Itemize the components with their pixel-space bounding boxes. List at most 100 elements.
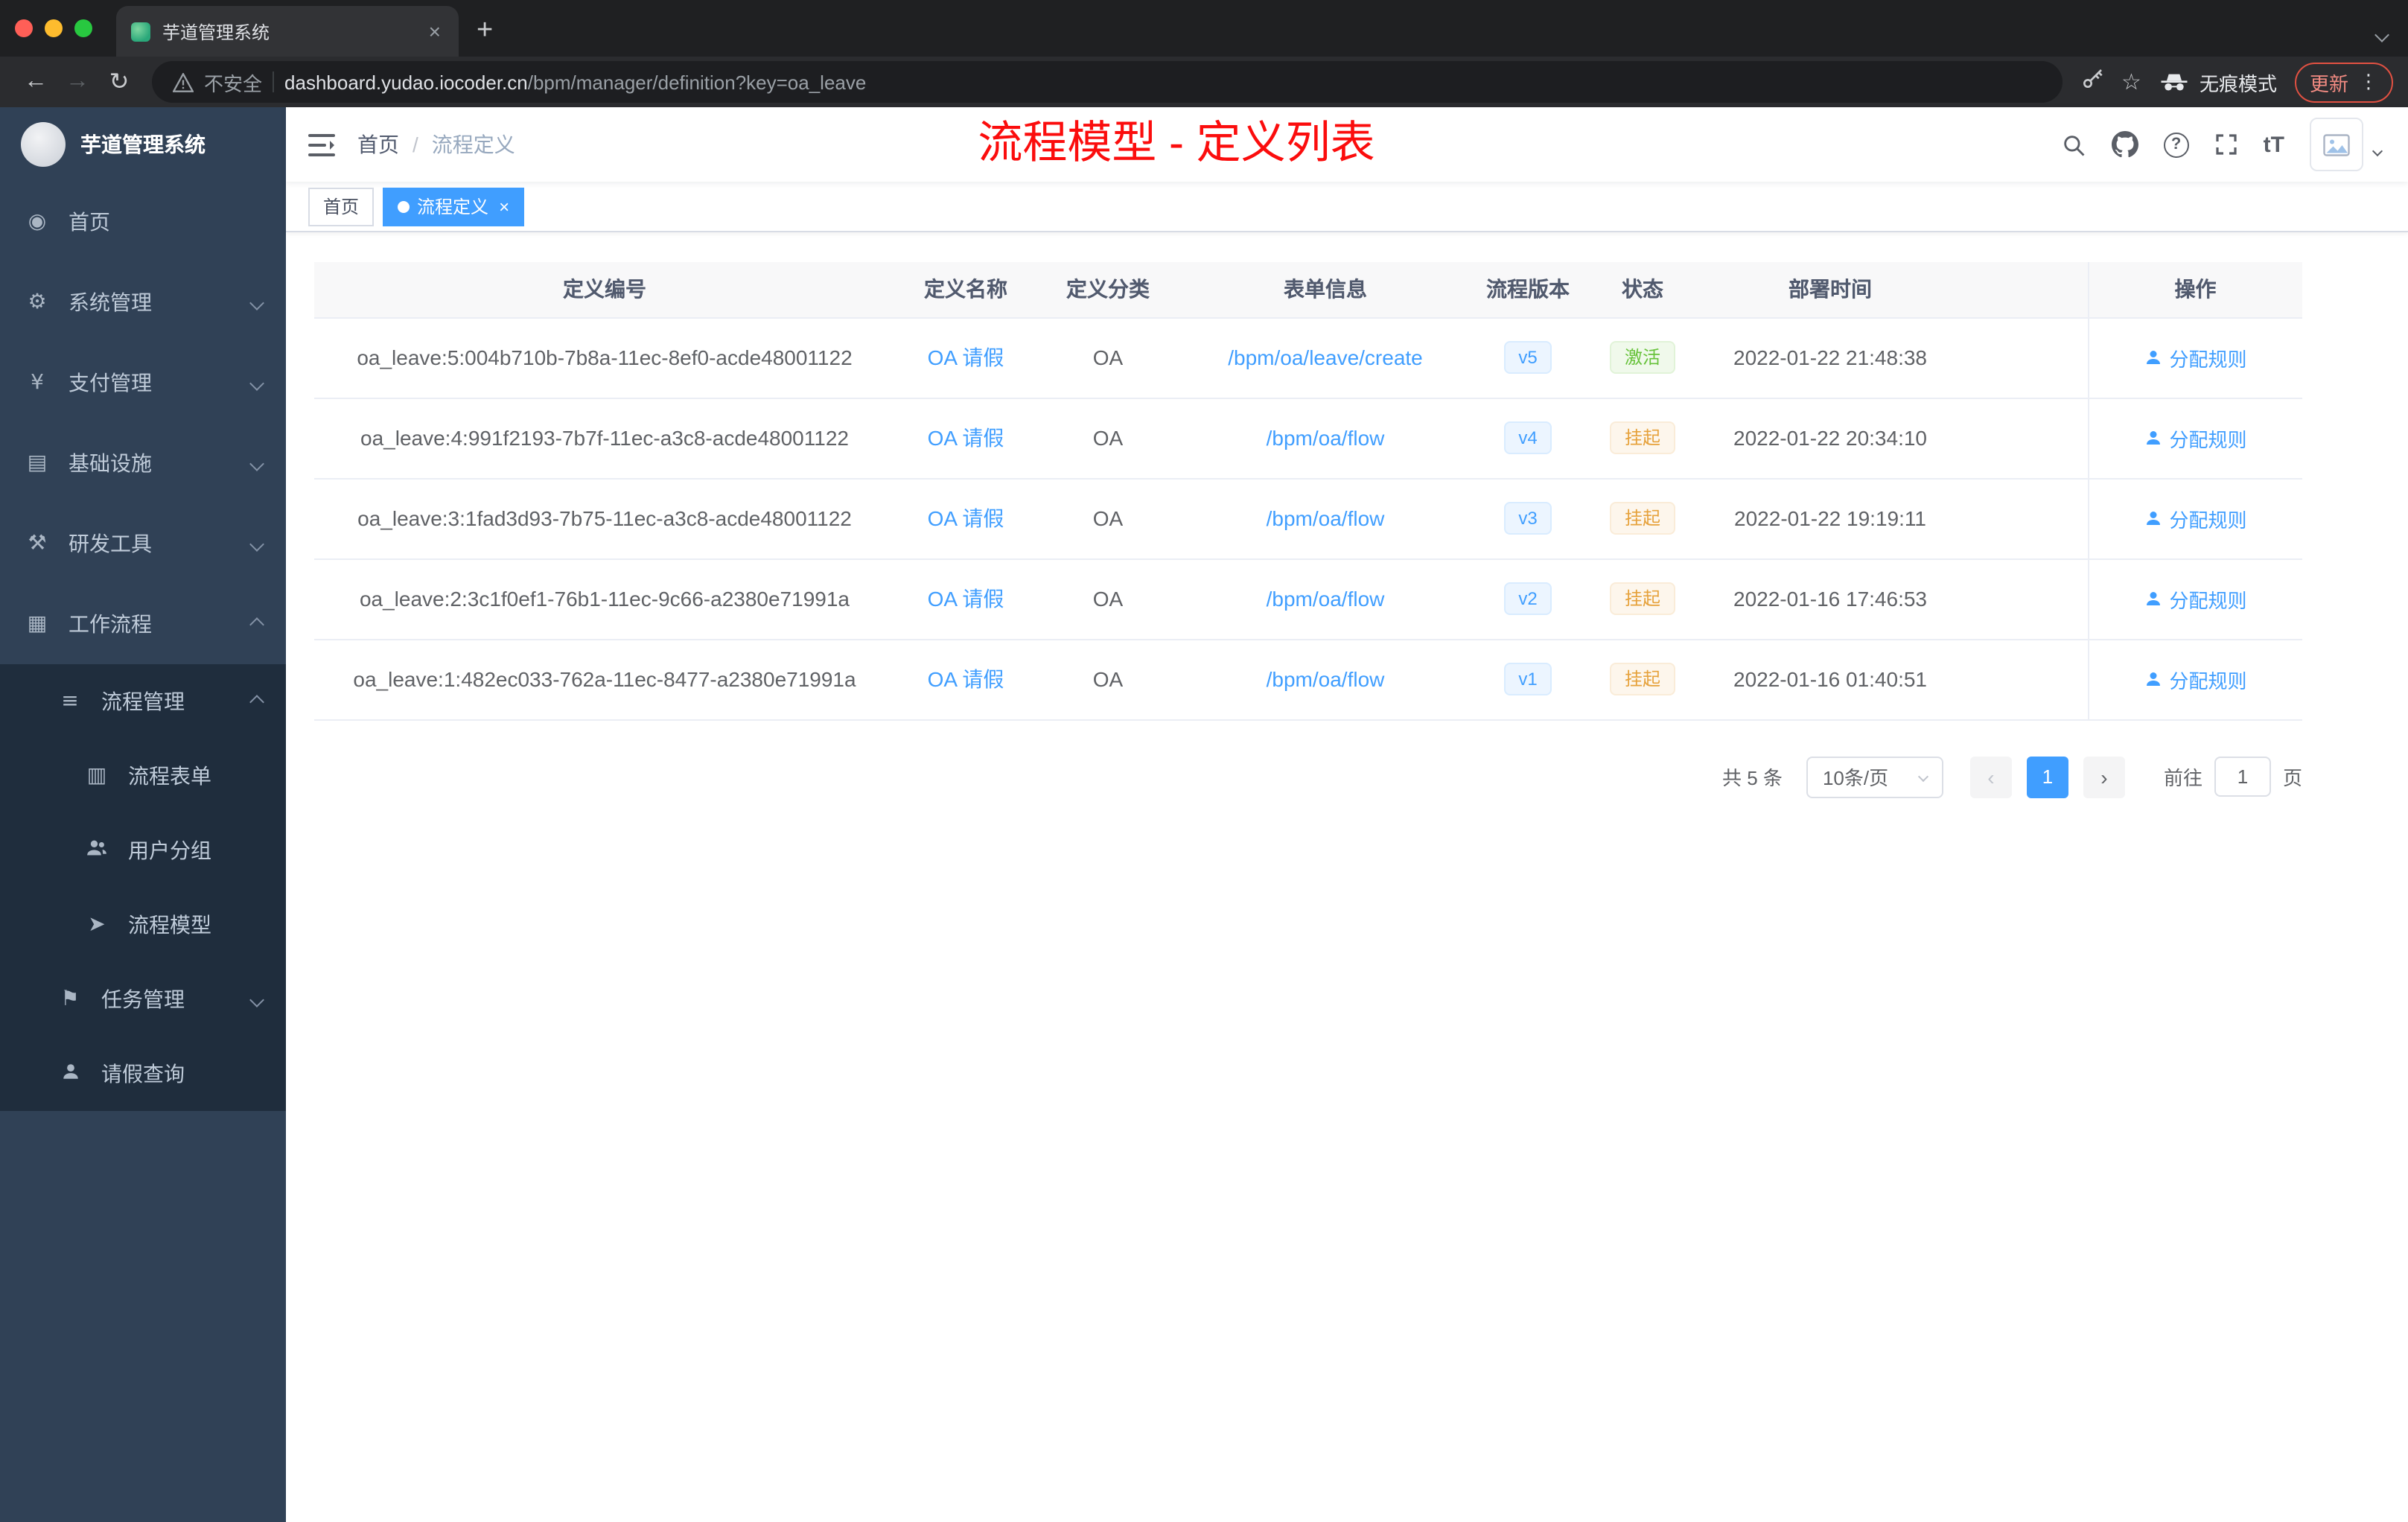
table-header-row: 定义编号 定义名称 定义分类 表单信息 流程版本 状态 部署时间 操作 — [314, 262, 2302, 318]
tag-current[interactable]: 流程定义 × — [383, 187, 525, 226]
status-badge: 挂起 — [1609, 502, 1675, 535]
tag-close-icon[interactable]: × — [496, 196, 509, 217]
form-info-link[interactable]: /bpm/oa/flow — [1267, 667, 1385, 691]
avatar-caret-icon[interactable] — [2372, 136, 2383, 162]
form-info-link[interactable]: /bpm/oa/flow — [1267, 426, 1385, 450]
sidebar-item-label: 流程管理 — [101, 690, 185, 713]
chevron-down-icon — [249, 295, 264, 310]
version-badge: v5 — [1503, 341, 1552, 374]
breadcrumb-home[interactable]: 首页 — [357, 130, 399, 159]
definition-name-link[interactable]: OA 请假 — [928, 667, 1004, 691]
security-label[interactable]: 不安全 — [204, 68, 262, 96]
font-size-icon[interactable]: tT — [2264, 132, 2284, 157]
breadcrumb: 首页 / 流程定义 — [357, 130, 515, 159]
sidebar-toggle-icon[interactable] — [286, 133, 357, 156]
tag-label: 首页 — [323, 197, 360, 217]
sidebar-item-devtools[interactable]: ⚒ 研发工具 — [0, 503, 286, 584]
password-key-icon[interactable] — [2080, 66, 2103, 98]
main-area: 首页 / 流程定义 流程模型 - 定义列表 ? tT 首页 流程定义 × 定义编… — [286, 107, 2408, 1522]
browser-tab[interactable]: 芋道管理系统 × — [116, 6, 459, 57]
breadcrumb-separator: / — [413, 133, 418, 156]
warning-triangle-icon — [173, 72, 194, 92]
active-dot — [398, 200, 410, 212]
tab-favicon-icon — [131, 22, 150, 41]
address-bar[interactable]: 不安全 dashboard.yudao.iocoder.cn/bpm/manag… — [152, 61, 2063, 103]
assign-rule-link[interactable]: 分配规则 — [2144, 424, 2247, 452]
cell-deploy-time: 2022-01-22 21:48:38 — [1701, 317, 1960, 398]
definition-name-link[interactable]: OA 请假 — [928, 426, 1004, 450]
sidebar-item-infrastructure[interactable]: ▤ 基础设施 — [0, 423, 286, 503]
url-divider — [273, 71, 275, 92]
cell-definition-id: oa_leave:1:482ec033-762a-11ec-8477-a2380… — [314, 639, 895, 720]
fullscreen-icon[interactable] — [2214, 133, 2238, 156]
definition-name-link[interactable]: OA 请假 — [928, 587, 1004, 611]
column-header-action: 操作 — [2087, 262, 2302, 318]
github-icon[interactable] — [2111, 131, 2138, 158]
sidebar-item-label: 请假查询 — [101, 1062, 185, 1086]
assign-rule-link[interactable]: 分配规则 — [2144, 504, 2247, 532]
browser-update-button[interactable]: 更新 ⋮ — [2294, 62, 2393, 102]
help-icon[interactable]: ? — [2163, 132, 2189, 157]
version-badge: v2 — [1503, 582, 1552, 615]
definition-name-link[interactable]: OA 请假 — [928, 506, 1004, 530]
sidebar-item-payment[interactable]: ¥ 支付管理 — [0, 343, 286, 423]
form-info-link[interactable]: /bpm/oa/flow — [1267, 506, 1385, 530]
chevron-down-icon — [249, 992, 264, 1007]
close-window-button[interactable] — [15, 19, 33, 37]
new-tab-button[interactable]: + — [459, 6, 511, 57]
app-logo[interactable]: 芋道管理系统 — [0, 107, 286, 182]
status-badge: 挂起 — [1609, 582, 1675, 615]
form-icon: ▥ — [86, 764, 107, 788]
sidebar-item-workflow[interactable]: ▦ 工作流程 — [0, 584, 286, 664]
sidebar-item-process-model[interactable]: ➤ 流程模型 — [0, 888, 286, 962]
sidebar-item-user-group[interactable]: 用户分组 — [0, 813, 286, 888]
tab-close-icon[interactable]: × — [426, 19, 444, 43]
goto-page-input[interactable] — [2214, 757, 2271, 797]
assign-rule-link[interactable]: 分配规则 — [2144, 585, 2247, 613]
zoom-window-button[interactable] — [74, 19, 92, 37]
definition-name-link[interactable]: OA 请假 — [928, 346, 1004, 369]
total-count: 共 5 条 — [1722, 767, 1783, 789]
tag-label: 流程定义 — [417, 197, 489, 217]
sidebar-item-leave-query[interactable]: 请假查询 — [0, 1037, 286, 1111]
search-icon[interactable] — [2061, 132, 2086, 157]
sidebar-item-home[interactable]: ◉ 首页 — [0, 182, 286, 262]
tab-search-icon[interactable] — [2374, 21, 2389, 48]
person-icon — [2146, 672, 2160, 686]
chevron-down-icon — [1917, 771, 1929, 783]
cell-category: OA — [1036, 639, 1179, 720]
sidebar-item-process-mgmt[interactable]: ≡ 流程管理 — [0, 664, 286, 739]
tab-title: 芋道管理系统 — [162, 22, 270, 42]
next-page-button[interactable]: › — [2083, 756, 2125, 797]
chevron-down-icon — [249, 375, 264, 390]
page-number-button[interactable]: 1 — [2026, 756, 2068, 797]
version-badge: v3 — [1503, 502, 1552, 535]
minimize-window-button[interactable] — [45, 19, 63, 37]
reload-button[interactable]: ↻ — [98, 67, 140, 97]
update-label: 更新 — [2309, 72, 2348, 95]
forward-button[interactable]: → — [57, 69, 98, 95]
back-button[interactable]: ← — [15, 69, 57, 95]
prev-page-button[interactable]: ‹ — [1969, 756, 2012, 797]
status-badge: 挂起 — [1609, 663, 1675, 695]
version-badge: v4 — [1503, 421, 1552, 454]
assign-rule-link[interactable]: 分配规则 — [2144, 343, 2247, 372]
tag-home[interactable]: 首页 — [308, 187, 375, 226]
assign-rule-link[interactable]: 分配规则 — [2144, 665, 2247, 693]
url-text: dashboard.yudao.iocoder.cn/bpm/manager/d… — [284, 71, 866, 93]
cell-definition-id: oa_leave:3:1fad3d93-7b75-11ec-a3c8-acde4… — [314, 478, 895, 559]
form-info-link[interactable]: /bpm/oa/leave/create — [1228, 346, 1423, 369]
page-size-select[interactable]: 10条/页 — [1806, 756, 1943, 797]
user-avatar[interactable] — [2310, 118, 2363, 171]
window-controls — [0, 0, 110, 57]
form-info-link[interactable]: /bpm/oa/flow — [1267, 587, 1385, 611]
gear-icon: ⚙ — [28, 290, 47, 314]
page-annotation: 流程模型 - 定义列表 — [978, 119, 1375, 168]
sidebar-item-task-mgmt[interactable]: ⚑ 任务管理 — [0, 962, 286, 1037]
sidebar-item-process-form[interactable]: ▥ 流程表单 — [0, 739, 286, 813]
bookmark-star-icon[interactable]: ☆ — [2121, 69, 2141, 95]
pagination: 共 5 条 10条/页 ‹ 1 › 前往 页 — [314, 756, 2302, 797]
column-header-spacer — [1960, 262, 2088, 318]
browser-menu-icon[interactable]: ⋮ — [2359, 70, 2378, 94]
sidebar-item-system[interactable]: ⚙ 系统管理 — [0, 262, 286, 343]
